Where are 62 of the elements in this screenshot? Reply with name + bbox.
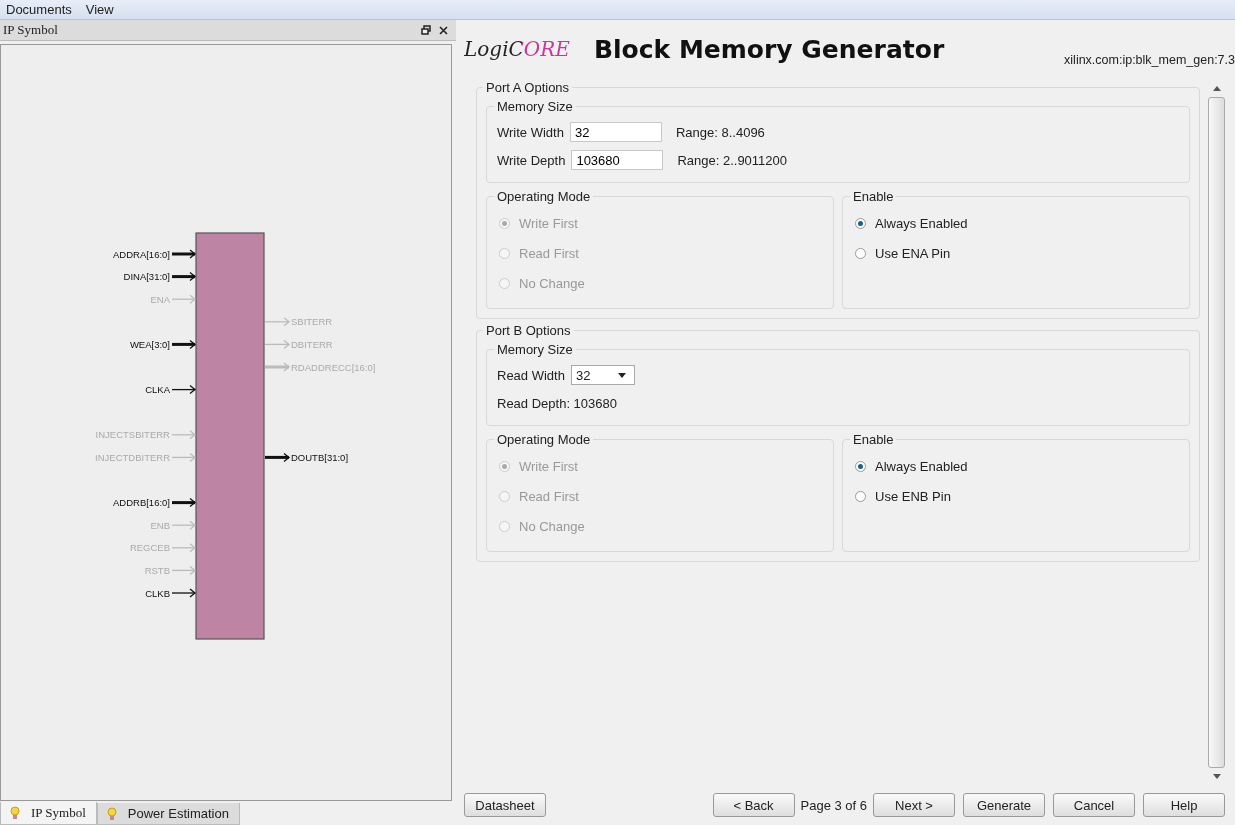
range-hint: Range: 2..9011200	[677, 152, 788, 168]
pin-label: INJECTSBITERR	[95, 429, 170, 441]
group-title: Memory Size	[496, 342, 574, 357]
group-title: Operating Mode	[496, 432, 592, 447]
radio-option[interactable]: Always Enabled	[853, 451, 1179, 481]
read-depth-text: Read Depth: 103680	[497, 395, 617, 411]
wizard-button[interactable]: Generate	[963, 793, 1045, 817]
pin-label: RSTB	[144, 564, 170, 576]
pin-label: RDADDRECC[16:0]	[291, 361, 376, 373]
pin-label: DBITERR	[291, 338, 333, 350]
pin-label: ADDRA[16:0]	[112, 248, 170, 260]
panel-tab[interactable]: IP Symbol	[0, 802, 97, 825]
restore-icon[interactable]	[421, 25, 431, 35]
pin-label: CLKB	[145, 587, 170, 599]
radio-button[interactable]	[855, 490, 866, 502]
wizard-button[interactable]: Cancel	[1053, 793, 1135, 817]
pin-label: DOUTB[31:0]	[291, 451, 349, 463]
pin-label: CLKA	[145, 384, 170, 396]
input-field[interactable]: 32	[569, 122, 662, 142]
group-title: Enable	[852, 189, 895, 204]
pin-label: ENB	[150, 519, 170, 531]
pin-label: ENA	[150, 293, 170, 305]
range-hint: Range: 8..4096	[675, 124, 765, 140]
group-title: Memory Size	[496, 99, 574, 114]
panel-tab[interactable]: Power Estimation	[96, 803, 240, 825]
lightbulb-icon	[9, 806, 21, 820]
pin-label: DINA[31:0]	[123, 271, 170, 283]
wizard-button[interactable]: Help	[1143, 793, 1225, 817]
panel-title: IP Symbol	[3, 22, 59, 38]
datasheet-button[interactable]: Datasheet	[464, 793, 546, 817]
page-indicator: Page 3 of 6	[800, 797, 867, 813]
wizard-button[interactable]: < Back	[712, 793, 795, 817]
pin-label: WEA[3:0]	[129, 338, 170, 350]
group-title: Port A Options	[485, 80, 571, 95]
field-label: Write Depth	[497, 152, 566, 168]
menu-item[interactable]: Documents	[6, 2, 72, 17]
radio-option[interactable]: Use ENA Pin	[853, 238, 1179, 268]
radio-option[interactable]: Use ENB Pin	[853, 481, 1179, 511]
lightbulb-icon	[105, 806, 118, 821]
field-label: Read Width	[497, 367, 565, 383]
radio-button[interactable]	[855, 247, 866, 259]
group-title: Enable	[852, 432, 895, 447]
field-label: Write Width	[497, 124, 564, 140]
pin-label: ADDRB[16:0]	[112, 497, 170, 509]
group-title: Port B Options	[485, 323, 572, 338]
caret-icon	[617, 372, 626, 378]
scroll-up-icon[interactable]	[1212, 86, 1221, 91]
wizard-title: Block Memory Generator	[594, 34, 945, 64]
close-icon[interactable]	[439, 25, 448, 35]
wizard-button[interactable]: Next >	[873, 793, 955, 817]
menu-item[interactable]: View	[85, 2, 114, 17]
input-field[interactable]: 103680	[571, 150, 664, 170]
scroll-down-icon[interactable]	[1212, 774, 1221, 779]
radio-option[interactable]: Always Enabled	[853, 208, 1179, 238]
ip-identifier: xilinx.com:ip:blk_mem_gen:7.3	[1064, 53, 1235, 67]
pin-label: REGCEB	[129, 542, 170, 554]
radio-button[interactable]	[855, 217, 866, 229]
width-dropdown[interactable]: 32	[570, 365, 635, 385]
pin-label: INJECTDBITERR	[95, 451, 170, 463]
radio-button[interactable]	[855, 460, 866, 472]
group-title: Operating Mode	[496, 189, 592, 204]
pin-label: SBITERR	[291, 316, 333, 328]
